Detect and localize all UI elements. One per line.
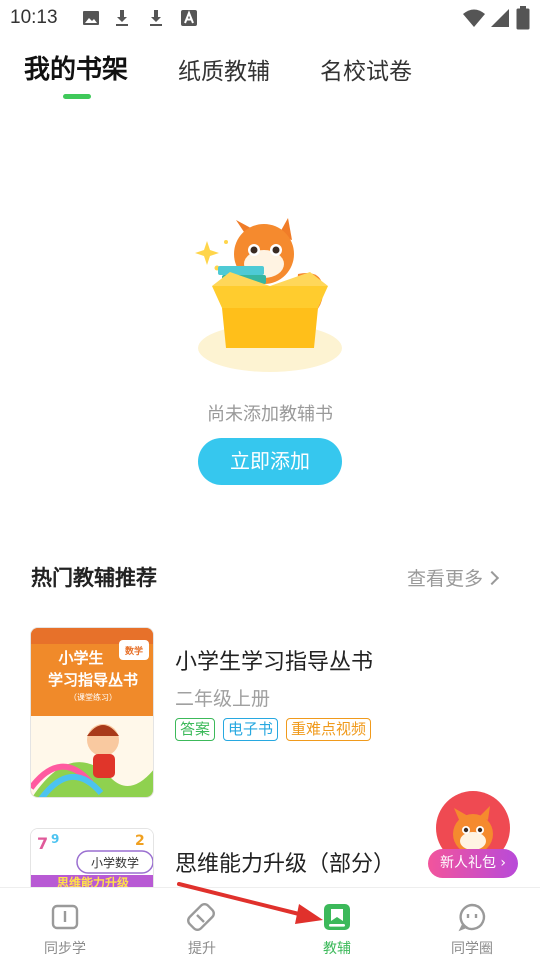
tab-school-exams[interactable]: 名校试卷 [320,52,412,86]
wifi-icon [463,9,485,27]
nav-label: 同学圈 [451,941,493,957]
tab-paper-materials[interactable]: 纸质教辅 [178,52,270,86]
nav-label: 同步学 [44,941,86,957]
book-title: 小学生学习指导丛书 [175,650,374,675]
tag-ebook: 电子书 [223,718,279,741]
nav-sync-learn[interactable]: 同步学 [20,888,110,960]
empty-message: 尚未添加教辅书 [207,404,333,425]
svg-text:7: 7 [37,834,48,853]
chat-face-icon [458,903,486,932]
empty-shelf-squirrel-illustration [195,218,342,372]
battery-icon [516,6,530,30]
bookmark-book-icon [324,904,350,930]
cover-line1: 小学生 [58,649,103,667]
tab-my-bookshelf[interactable]: 我的书架 [24,49,128,86]
cover-sub: （课堂练习） [69,692,117,702]
cover-badge: 数学 [125,645,143,657]
nav-improve[interactable]: 提升 [157,888,247,960]
status-bar: 10:13 [0,0,540,36]
view-more-link[interactable]: 查看更多 [407,564,500,591]
tag-key-video: 重难点视频 [286,718,372,741]
nav-classmates[interactable]: 同学圈 [427,888,517,960]
svg-text:2: 2 [135,833,145,849]
gift-label: 新人礼包 [439,855,496,871]
image-icon [83,11,99,25]
chevron-right-icon [484,570,500,586]
nav-materials[interactable]: 教辅 [292,888,382,960]
nav-label: 提升 [188,941,216,957]
eraser-icon [187,903,215,931]
book-cover: 数学 小学生 学习指导丛书 （课堂练习） [30,627,154,798]
add-now-button[interactable]: 立即添加 [198,438,342,485]
new-user-gift-badge[interactable]: 新人礼包 › [428,849,518,878]
book-tags: 答案 电子书 重难点视频 [175,718,372,741]
signal-icon [491,9,509,27]
book-open-icon [51,904,79,930]
cover-line1: 小学数学 [91,855,139,870]
download-icon [150,10,162,26]
tag-answer: 答案 [175,718,216,741]
section-title-hot-materials: 热门教辅推荐 [31,566,157,590]
bottom-nav: 同步学 提升 教辅 同学圈 [0,887,540,960]
cover-line2: 学习指导丛书 [48,671,138,689]
top-tab-bar: 我的书架 纸质教辅 名校试卷 [0,44,540,104]
status-time: 10:13 [10,7,58,28]
book-title: 思维能力升级（部分） [175,852,396,877]
nav-label: 教辅 [323,941,351,957]
book-cover: 7 9 2 小学数学 思维能力升级 [30,828,154,888]
view-more-label: 查看更多 [407,568,484,590]
active-tab-indicator [63,94,91,99]
svg-text:9: 9 [51,832,59,846]
book-subtitle: 二年级上册 [175,688,271,710]
download-icon [116,10,128,26]
font-icon [181,10,197,26]
